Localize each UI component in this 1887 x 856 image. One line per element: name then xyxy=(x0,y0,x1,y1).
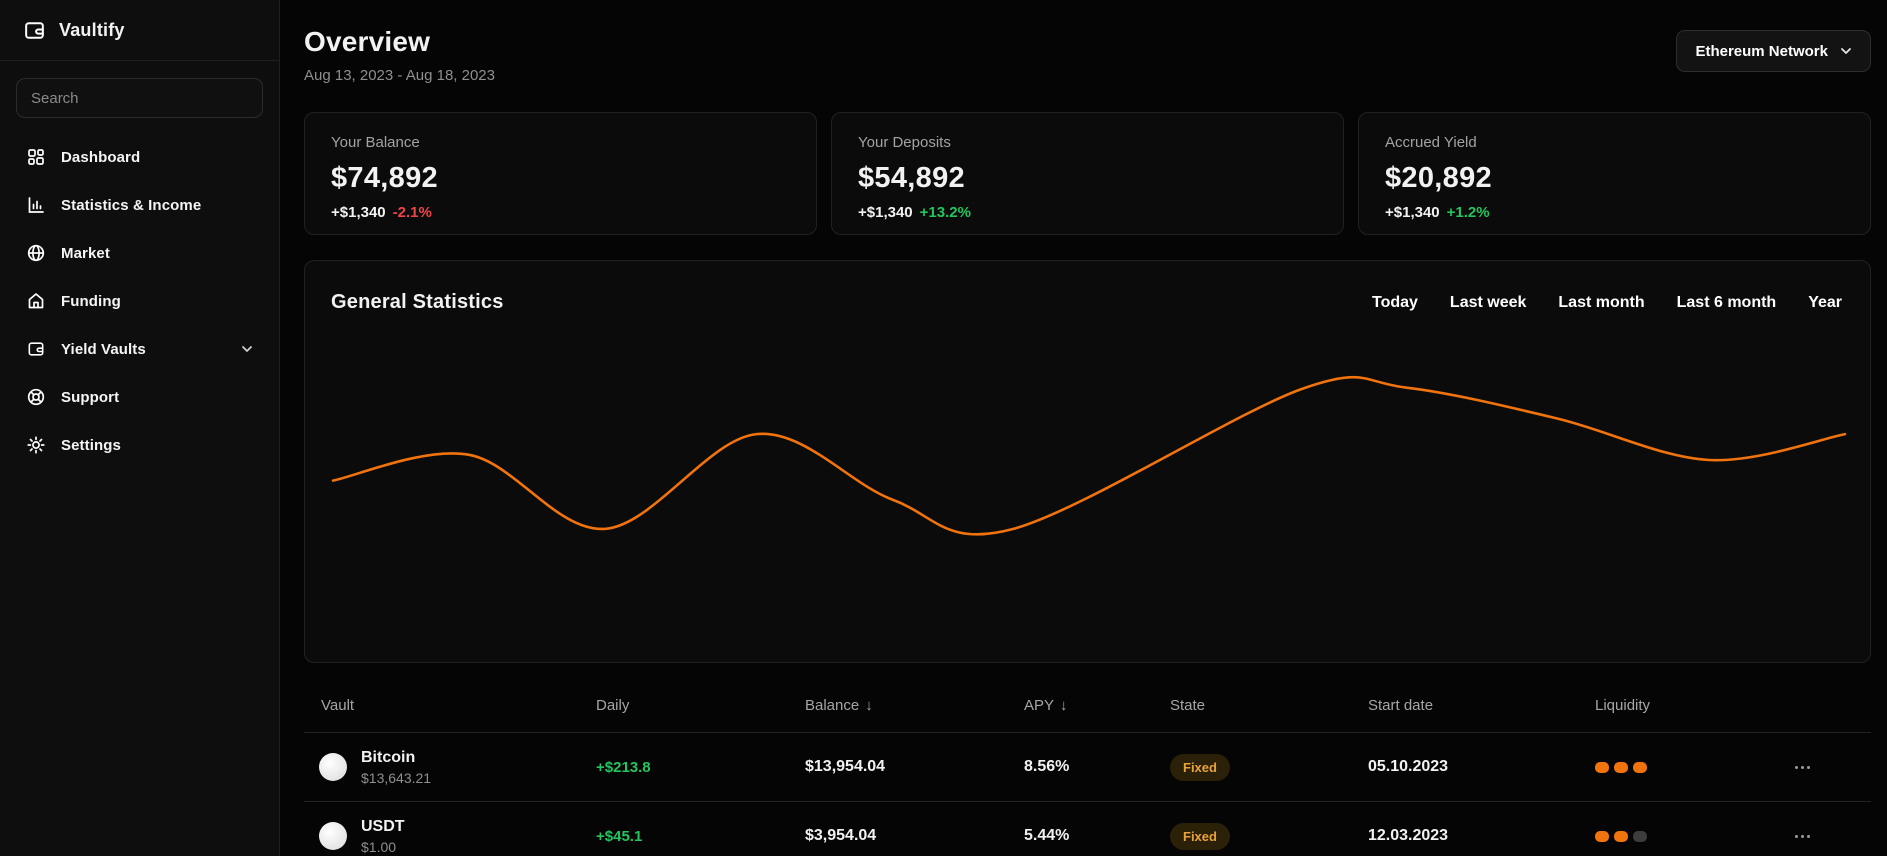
brand: Vaultify xyxy=(0,0,279,61)
sort-desc-icon: ↓ xyxy=(1060,697,1068,714)
page-title: Overview xyxy=(304,26,1871,58)
start-date: 05.10.2023 xyxy=(1368,758,1595,776)
wallet-icon xyxy=(26,339,46,359)
home-icon xyxy=(26,291,46,311)
asset-avatar xyxy=(319,822,347,850)
liquidity-dot xyxy=(1633,831,1647,842)
state-badge: Fixed xyxy=(1170,823,1230,850)
sidebar-item-funding[interactable]: Funding xyxy=(0,277,279,325)
sidebar-item-label: Market xyxy=(61,245,110,262)
column-header-apy[interactable]: APY↓ xyxy=(1024,697,1170,714)
chevron-down-icon xyxy=(239,341,255,357)
column-header-balance[interactable]: Balance↓ xyxy=(805,697,1024,714)
card-change: +$1,340 -2.1% xyxy=(331,204,790,221)
sidebar-item-support[interactable]: Support xyxy=(0,373,279,421)
sidebar-item-label: Statistics & Income xyxy=(61,197,201,214)
general-statistics-panel: General Statistics Today Last week Last … xyxy=(304,260,1871,663)
sidebar-item-settings[interactable]: Settings xyxy=(0,421,279,469)
deposits-card: Your Deposits $54,892 +$1,340 +13.2% xyxy=(831,112,1344,235)
liquidity-dot xyxy=(1633,762,1647,773)
change-amount: +$1,340 xyxy=(1385,204,1440,221)
sidebar-nav: Dashboard Statistics & Income Market xyxy=(0,133,279,469)
daily-change: +$45.1 xyxy=(596,828,805,845)
network-selector-label: Ethereum Network xyxy=(1695,43,1828,60)
main-content: Overview Aug 13, 2023 - Aug 18, 2023 Eth… xyxy=(280,0,1887,856)
row-actions-button[interactable] xyxy=(1793,829,1812,844)
daily-change: +$213.8 xyxy=(596,759,805,776)
brand-name: Vaultify xyxy=(59,20,125,41)
search-input[interactable] xyxy=(16,78,263,118)
start-date: 12.03.2023 xyxy=(1368,827,1595,845)
column-header-liquidity[interactable]: Liquidity xyxy=(1595,697,1793,714)
globe-icon xyxy=(26,243,46,263)
lifebuoy-icon xyxy=(26,387,46,407)
row-actions-button[interactable] xyxy=(1793,760,1812,775)
sidebar-item-market[interactable]: Market xyxy=(0,229,279,277)
balance-value: $3,954.04 xyxy=(805,827,1024,845)
dashboard-icon xyxy=(26,147,46,167)
state-badge: Fixed xyxy=(1170,754,1230,781)
change-amount: +$1,340 xyxy=(858,204,913,221)
wallet-logo-icon xyxy=(22,18,47,43)
statistics-line xyxy=(333,377,1845,534)
sort-desc-icon: ↓ xyxy=(865,697,873,714)
balance-value: $13,954.04 xyxy=(805,758,1024,776)
gear-icon xyxy=(26,435,46,455)
asset-name: USDT xyxy=(361,818,405,836)
sidebar-item-dashboard[interactable]: Dashboard xyxy=(0,133,279,181)
yield-card: Accrued Yield $20,892 +$1,340 +1.2% xyxy=(1358,112,1871,235)
column-header-daily[interactable]: Daily xyxy=(596,697,805,714)
asset-avatar xyxy=(319,753,347,781)
sidebar-item-statistics-income[interactable]: Statistics & Income xyxy=(0,181,279,229)
apy-value: 8.56% xyxy=(1024,758,1170,776)
stat-cards: Your Balance $74,892 +$1,340 -2.1% Your … xyxy=(304,112,1871,235)
table-header: Vault Daily Balance↓ APY↓ State Start da… xyxy=(304,685,1871,733)
network-selector-button[interactable]: Ethereum Network xyxy=(1676,30,1871,72)
balance-card: Your Balance $74,892 +$1,340 -2.1% xyxy=(304,112,817,235)
card-change: +$1,340 +1.2% xyxy=(1385,204,1844,221)
card-label: Your Deposits xyxy=(858,134,1317,151)
card-label: Your Balance xyxy=(331,134,790,151)
sidebar-item-label: Settings xyxy=(61,437,121,454)
change-amount: +$1,340 xyxy=(331,204,386,221)
date-range: Aug 13, 2023 - Aug 18, 2023 xyxy=(304,67,1871,84)
liquidity-dot xyxy=(1614,831,1628,842)
column-header-start-date[interactable]: Start date xyxy=(1368,697,1595,714)
liquidity-dot xyxy=(1595,831,1609,842)
statistics-line-chart xyxy=(305,261,1870,662)
column-header-state[interactable]: State xyxy=(1170,697,1368,714)
asset-price: $1.00 xyxy=(361,839,405,855)
liquidity-indicator xyxy=(1595,762,1793,773)
vaults-table: Vault Daily Balance↓ APY↓ State Start da… xyxy=(304,685,1871,856)
card-change: +$1,340 +13.2% xyxy=(858,204,1317,221)
column-header-vault[interactable]: Vault xyxy=(304,697,596,714)
change-percent: -2.1% xyxy=(393,204,432,221)
bar-chart-icon xyxy=(26,195,46,215)
card-value: $74,892 xyxy=(331,162,790,195)
sidebar-item-label: Funding xyxy=(61,293,121,310)
table-row-bitcoin[interactable]: Bitcoin $13,643.21 +$213.8 $13,954.04 8.… xyxy=(304,733,1871,802)
card-value: $20,892 xyxy=(1385,162,1844,195)
sidebar: Vaultify Dashboard Statistics & Income xyxy=(0,0,280,856)
card-label: Accrued Yield xyxy=(1385,134,1844,151)
change-percent: +1.2% xyxy=(1447,204,1490,221)
sidebar-item-yield-vaults[interactable]: Yield Vaults xyxy=(0,325,279,373)
liquidity-dot xyxy=(1614,762,1628,773)
liquidity-dot xyxy=(1595,762,1609,773)
liquidity-indicator xyxy=(1595,831,1793,842)
asset-price: $13,643.21 xyxy=(361,770,431,786)
change-percent: +13.2% xyxy=(920,204,971,221)
sidebar-item-label: Yield Vaults xyxy=(61,341,146,358)
sidebar-item-label: Support xyxy=(61,389,119,406)
apy-value: 5.44% xyxy=(1024,827,1170,845)
table-row-usdt[interactable]: USDT $1.00 +$45.1 $3,954.04 5.44% Fixed … xyxy=(304,802,1871,856)
chevron-down-icon xyxy=(1838,43,1854,59)
sidebar-item-label: Dashboard xyxy=(61,149,140,166)
asset-name: Bitcoin xyxy=(361,749,431,767)
card-value: $54,892 xyxy=(858,162,1317,195)
